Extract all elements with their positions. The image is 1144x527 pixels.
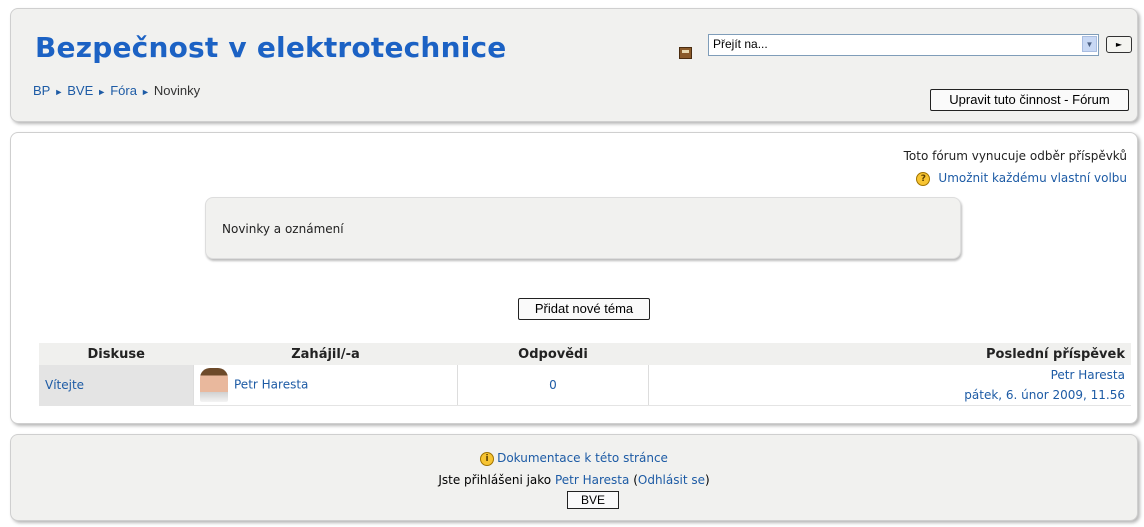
footer-panel: i Dokumentace k této stránce Jste přihláš… (10, 434, 1138, 521)
header-replies: Odpovědi (457, 343, 649, 365)
edit-activity-button[interactable]: Upravit tuto činnost - Fórum (930, 89, 1129, 111)
jump-to-value: Přejít na... (713, 37, 768, 51)
login-prefix: Jste přihlášeni jako (438, 473, 552, 487)
forum-intro-box: Novinky a oznámení (205, 197, 961, 259)
site-title[interactable]: Bezpečnost v elektrotechnice (35, 31, 506, 64)
logout-paren-close: ) (704, 473, 710, 487)
avatar[interactable] (200, 368, 228, 402)
course-home-button[interactable]: BVE (567, 491, 619, 509)
breadcrumb-item-bp[interactable]: BP (33, 83, 50, 98)
replies-cell: 0 (457, 365, 649, 406)
jump-to-select[interactable]: Přejít na... ▼ (708, 34, 1099, 56)
content-panel: Toto fórum vynucuje odběr příspěvků ? Umo… (10, 132, 1138, 424)
header-started-by: Zahájil/-a (193, 343, 458, 365)
author-cell: Petr Haresta (193, 365, 458, 406)
header-panel: Bezpečnost v elektrotechnice Přejít na..… (10, 8, 1138, 122)
breadcrumb-separator: ► (54, 87, 64, 97)
breadcrumb: BP ► BVE ► Fóra ► Novinky (33, 83, 200, 98)
author-link[interactable]: Petr Haresta (234, 378, 308, 392)
breadcrumb-item-bve[interactable]: BVE (67, 83, 93, 98)
discussion-table: Diskuse Zahájil/-a Odpovědi Poslední pří… (39, 343, 1131, 406)
add-topic-button[interactable]: Přidat nové téma (518, 298, 650, 320)
allow-choice-link[interactable]: Umožnit každému vlastní volbu (938, 171, 1127, 185)
breadcrumb-item-fora[interactable]: Fóra (110, 83, 137, 98)
table-row: Vítejte Petr Haresta 0 Petr Haresta páte… (39, 365, 1131, 406)
user-profile-link[interactable]: Petr Haresta (555, 473, 629, 487)
breadcrumb-current: Novinky (153, 83, 201, 98)
login-info: Jste přihlášeni jako Petr Haresta (Odhlá… (11, 473, 1137, 487)
documentation-link[interactable]: Dokumentace k této stránce (497, 451, 668, 465)
logout-link[interactable]: Odhlásit se (638, 473, 705, 487)
last-post-cell: Petr Haresta pátek, 6. únor 2009, 11.56 (648, 365, 1131, 406)
subscribe-option: ? Umožnit každému vlastní volbu (916, 171, 1127, 186)
breadcrumb-separator: ► (140, 87, 150, 97)
navigation-icon (679, 47, 692, 59)
help-icon[interactable]: ? (916, 171, 931, 186)
last-post-author-link[interactable]: Petr Haresta (1051, 368, 1125, 382)
topic-link[interactable]: Vítejte (45, 378, 84, 392)
chevron-down-icon[interactable]: ▼ (1082, 36, 1097, 52)
replies-count-link[interactable]: 0 (549, 378, 557, 392)
breadcrumb-separator: ► (97, 87, 107, 97)
jump-go-button[interactable]: ► (1106, 36, 1132, 53)
forum-intro-text: Novinky a oznámení (222, 222, 344, 236)
documentation-line: i Dokumentace k této stránce (11, 451, 1137, 466)
topic-cell: Vítejte (39, 365, 194, 406)
header-topic: Diskuse (39, 343, 194, 365)
last-post-date-link[interactable]: pátek, 6. únor 2009, 11.56 (964, 388, 1125, 402)
subscribe-notice: Toto fórum vynucuje odběr příspěvků (903, 149, 1127, 163)
table-header-row: Diskuse Zahájil/-a Odpovědi Poslední pří… (39, 343, 1131, 365)
header-last-post: Poslední příspěvek (648, 343, 1131, 365)
info-icon: i (480, 451, 495, 466)
